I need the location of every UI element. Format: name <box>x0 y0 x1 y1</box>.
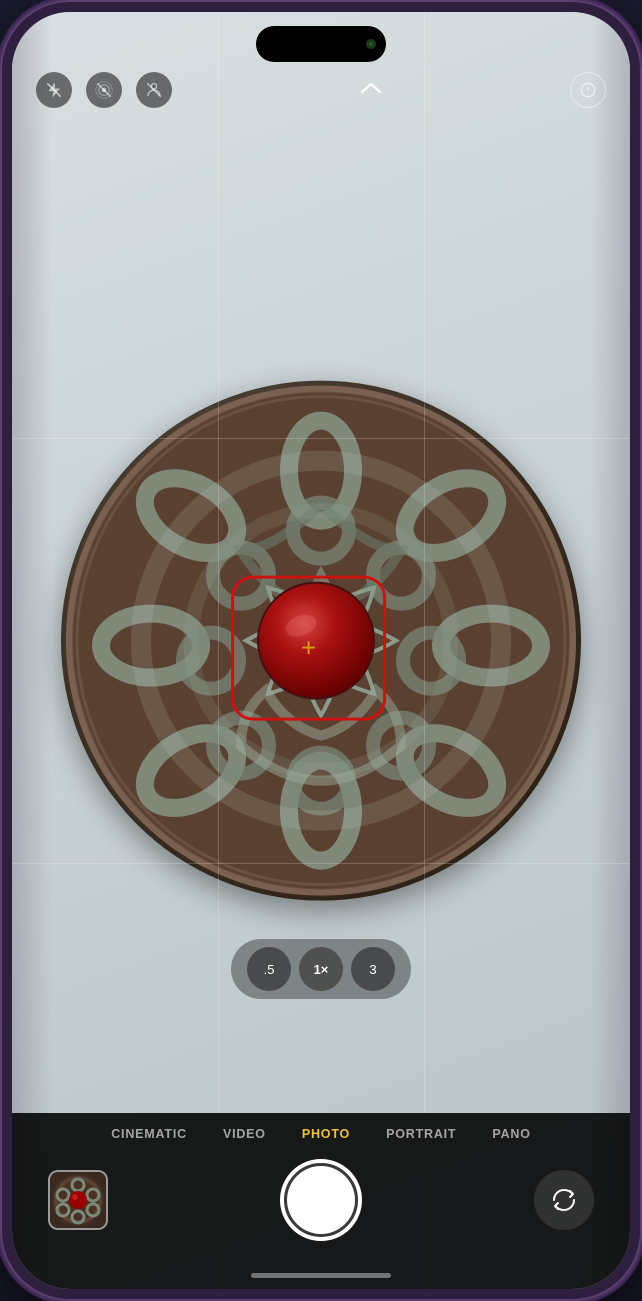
bottom-bar: CINEMATIC VIDEO PHOTO PORTRAIT PANO <box>12 1113 630 1289</box>
top-controls <box>12 72 630 108</box>
mode-cinematic-label: CINEMATIC <box>111 1127 187 1141</box>
mode-portrait[interactable]: PORTRAIT <box>368 1127 474 1141</box>
thumbnail-image <box>50 1172 106 1228</box>
zoom-0-5-label: .5 <box>264 962 275 977</box>
portrait-icon <box>145 81 163 99</box>
shutter-button[interactable] <box>280 1159 362 1241</box>
zoom-0-5-button[interactable]: .5 <box>247 947 291 991</box>
timer-button[interactable] <box>570 72 606 108</box>
mode-video[interactable]: VIDEO <box>205 1127 284 1141</box>
mode-pano-label: PANO <box>492 1127 530 1141</box>
top-left-controls <box>36 72 172 108</box>
mode-cinematic[interactable]: CINEMATIC <box>93 1127 205 1141</box>
home-bar <box>251 1273 391 1278</box>
flip-camera-icon <box>550 1186 578 1214</box>
viewfinder-shadow-left <box>12 12 52 1289</box>
timer-icon <box>580 82 596 98</box>
flash-off-icon <box>45 81 63 99</box>
viewfinder-shadow-right <box>590 12 630 1289</box>
screen: + <box>12 12 630 1289</box>
front-camera-dot <box>366 39 376 49</box>
zoom-1x-button[interactable]: 1× <box>299 947 343 991</box>
mode-pano[interactable]: PANO <box>474 1127 548 1141</box>
portrait-effects-button[interactable] <box>136 72 172 108</box>
zoom-1x-label: 1× <box>314 962 329 977</box>
chevron-up-icon <box>360 81 382 95</box>
mode-photo[interactable]: PHOTO <box>284 1127 368 1141</box>
viewfinder[interactable]: + <box>12 12 630 1289</box>
focus-crosshair: + <box>301 635 316 661</box>
mode-photo-label: PHOTO <box>302 1127 350 1141</box>
zoom-controls: .5 1× 3 <box>231 939 411 999</box>
dynamic-island <box>256 26 386 62</box>
zoom-3x-label: 3 <box>369 962 376 977</box>
expand-button[interactable] <box>360 81 382 100</box>
camera-actions <box>12 1149 630 1261</box>
photo-thumbnail[interactable] <box>48 1170 108 1230</box>
mode-video-label: VIDEO <box>223 1127 266 1141</box>
shutter-inner <box>287 1166 355 1234</box>
focus-box[interactable]: + <box>231 575 386 720</box>
home-indicator <box>12 1261 630 1289</box>
mode-portrait-label: PORTRAIT <box>386 1127 456 1141</box>
zoom-3x-button[interactable]: 3 <box>351 947 395 991</box>
flip-camera-button[interactable] <box>534 1170 594 1230</box>
mode-selector: CINEMATIC VIDEO PHOTO PORTRAIT PANO <box>12 1113 630 1149</box>
phone-frame: + <box>0 0 642 1301</box>
live-photo-icon <box>95 81 113 99</box>
thumbnail-preview <box>53 1175 103 1225</box>
flash-button[interactable] <box>36 72 72 108</box>
live-photo-button[interactable] <box>86 72 122 108</box>
